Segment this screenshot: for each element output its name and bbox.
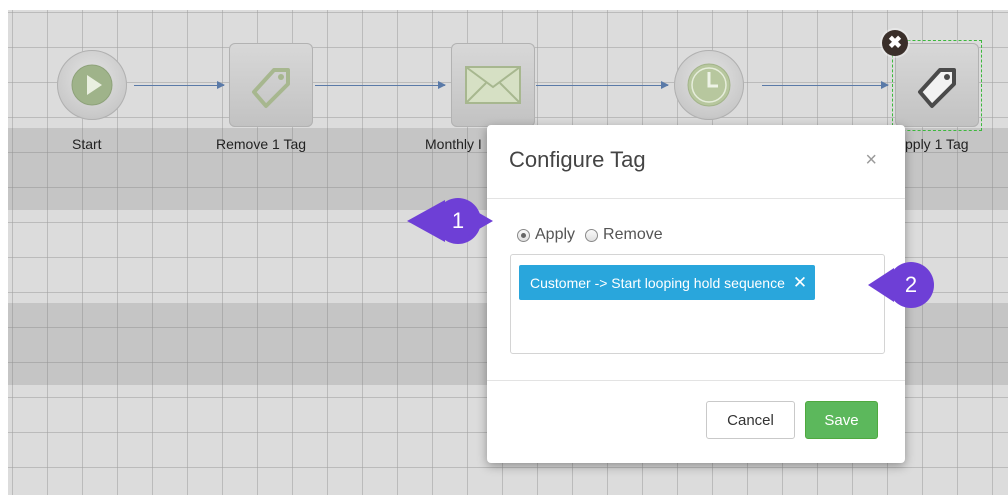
delete-node-icon[interactable]: ✖ <box>882 30 908 56</box>
node-label-email: Monthly I <box>425 136 482 152</box>
remove-tag-node[interactable] <box>229 43 313 127</box>
connector-arrow <box>762 81 889 89</box>
envelope-icon <box>465 66 521 104</box>
clock-icon <box>687 63 731 107</box>
remove-radio[interactable] <box>585 228 599 242</box>
start-node[interactable] <box>57 50 127 120</box>
tag-chip-label: Customer -> Start looping hold sequence <box>530 274 785 291</box>
tag-chip: Customer -> Start looping hold sequence … <box>519 265 816 300</box>
connector-arrow <box>315 81 446 89</box>
node-label-remove-tag: Remove 1 Tag <box>216 136 307 152</box>
remove-radio-label[interactable]: Remove <box>603 226 663 244</box>
save-button[interactable]: Save <box>805 401 878 439</box>
mode-radio-group: Apply Remove <box>517 226 663 244</box>
tag-select-input[interactable]: Customer -> Start looping hold sequence … <box>510 254 885 354</box>
connector-arrow <box>134 81 225 89</box>
callout-one-pointer <box>407 200 493 242</box>
tag-icon <box>918 68 956 108</box>
tag-icon <box>252 68 290 108</box>
node-label-apply-tag: pply 1 Tag <box>905 136 969 152</box>
play-icon <box>71 64 113 106</box>
timer-node[interactable] <box>674 50 744 120</box>
close-icon[interactable]: × <box>865 149 877 172</box>
dialog-footer: Cancel Save <box>487 380 905 463</box>
apply-radio-label[interactable]: Apply <box>535 226 575 244</box>
email-node[interactable] <box>451 43 535 127</box>
remove-tag-icon[interactable]: ✕ <box>793 273 807 293</box>
apply-radio[interactable] <box>517 228 530 242</box>
cancel-button[interactable]: Cancel <box>706 401 795 439</box>
callout-two-label: 2 <box>904 272 918 297</box>
dialog-header: Configure Tag × <box>487 125 905 199</box>
callout-two-pointer <box>868 268 894 302</box>
node-label-start: Start <box>72 136 102 152</box>
connector-arrow <box>536 81 669 89</box>
configure-tag-dialog: Configure Tag × Apply Remove Customer ->… <box>487 125 905 463</box>
dialog-title: Configure Tag <box>509 147 646 172</box>
apply-tag-node[interactable] <box>895 43 979 127</box>
